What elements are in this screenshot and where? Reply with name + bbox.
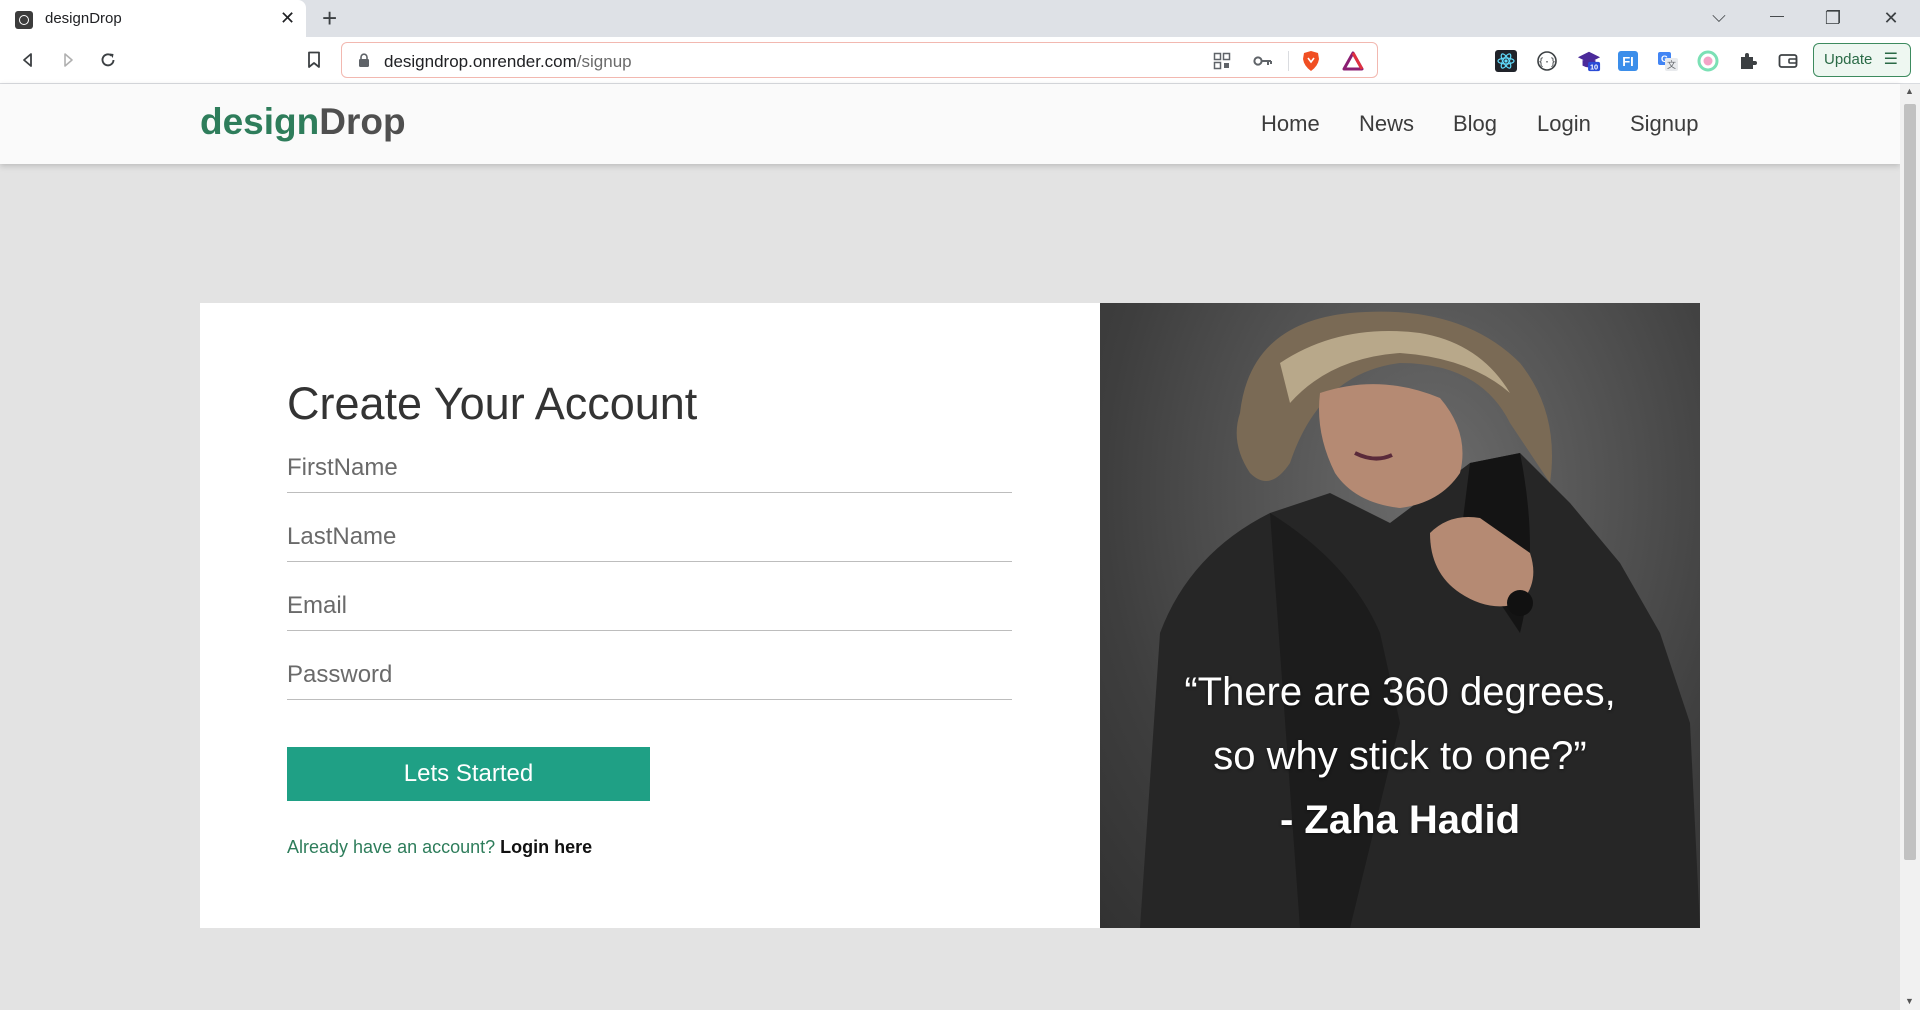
- omnibox-divider: [1288, 51, 1289, 71]
- svg-text:{·}: {·}: [1538, 57, 1556, 68]
- url-path: /signup: [576, 52, 632, 71]
- tab-search-icon[interactable]: ⌵: [1704, 4, 1734, 28]
- forward-button[interactable]: [54, 46, 82, 74]
- first-name-input[interactable]: [287, 443, 1012, 493]
- nav-login[interactable]: Login: [1537, 111, 1591, 137]
- logo-part-drop: Drop: [319, 101, 406, 142]
- json-viewer-icon[interactable]: {·}: [1535, 49, 1559, 73]
- login-question: Already have an account?: [287, 837, 496, 857]
- site-logo[interactable]: designDrop: [200, 101, 406, 143]
- svg-text:10: 10: [1590, 62, 1598, 71]
- bookmark-icon: [308, 51, 320, 68]
- education-extension-icon[interactable]: 10: [1577, 49, 1601, 73]
- window-close-button[interactable]: ✕: [1876, 6, 1906, 30]
- back-arrow-icon: [23, 53, 32, 67]
- lock-icon: [359, 53, 369, 67]
- login-prompt: Already have an account? Login here: [287, 837, 592, 858]
- browser-toolbar: designdrop.onrender.com/signup {·} 10 FI…: [0, 37, 1920, 84]
- qr-code-icon[interactable]: [1211, 50, 1233, 72]
- wallet-icon[interactable]: [1776, 49, 1800, 73]
- scroll-down-arrow-icon[interactable]: ▼: [1905, 996, 1914, 1006]
- hero-quote: “There are 360 degrees, so why stick to …: [1100, 660, 1700, 852]
- tab-close-icon[interactable]: ✕: [280, 8, 295, 28]
- reload-icon: [101, 53, 115, 67]
- reload-button[interactable]: [94, 46, 122, 74]
- password-input[interactable]: [287, 650, 1012, 700]
- update-button[interactable]: Update ☰: [1813, 43, 1911, 77]
- brave-shield-icon[interactable]: [1300, 50, 1322, 72]
- page-viewport: designDrop Home News Blog Login Signup C…: [0, 84, 1900, 1010]
- site-header: designDrop Home News Blog Login Signup: [0, 84, 1900, 164]
- scrollbar-thumb[interactable]: [1904, 104, 1916, 860]
- minimize-button[interactable]: —: [1762, 3, 1792, 27]
- svg-text:文: 文: [1667, 59, 1676, 70]
- back-button[interactable]: [14, 46, 42, 74]
- last-name-input[interactable]: [287, 512, 1012, 562]
- svg-text:FI: FI: [1622, 54, 1634, 69]
- site-favicon-icon: [15, 11, 33, 29]
- login-here-link[interactable]: Login here: [500, 837, 592, 857]
- browser-tab[interactable]: designDrop ✕: [0, 0, 306, 37]
- page-scrollbar[interactable]: ▲ ▼: [1900, 84, 1920, 1010]
- scroll-up-arrow-icon[interactable]: ▲: [1905, 86, 1914, 96]
- update-label: Update: [1824, 51, 1873, 68]
- nav-signup[interactable]: Signup: [1630, 111, 1699, 137]
- brave-rewards-icon[interactable]: [1342, 50, 1364, 72]
- nav-home[interactable]: Home: [1261, 111, 1320, 137]
- signup-card: Create Your Account Lets Started Already…: [200, 303, 1700, 928]
- fi-extension-icon[interactable]: FI: [1616, 49, 1640, 73]
- browser-menu-icon[interactable]: ☰: [1884, 44, 1898, 75]
- quote-line-1: “There are 360 degrees,: [1184, 670, 1616, 714]
- nav-blog[interactable]: Blog: [1453, 111, 1497, 137]
- react-devtools-icon[interactable]: [1494, 49, 1518, 73]
- address-bar[interactable]: designdrop.onrender.com/signup: [341, 42, 1378, 78]
- nav-news[interactable]: News: [1359, 111, 1414, 137]
- signup-submit-button[interactable]: Lets Started: [287, 747, 650, 801]
- hero-photo-panel: “There are 360 degrees, so why stick to …: [1100, 303, 1700, 928]
- forward-arrow-icon: [64, 53, 73, 67]
- quote-author: - Zaha Hadid: [1279, 798, 1521, 842]
- color-picker-extension-icon[interactable]: [1696, 49, 1720, 73]
- url-host: designdrop.onrender.com: [384, 52, 577, 71]
- bookmark-button[interactable]: [300, 46, 328, 74]
- signup-form-panel: Create Your Account Lets Started Already…: [200, 303, 1100, 928]
- logo-part-design: design: [200, 101, 320, 142]
- restore-button[interactable]: ❐: [1818, 6, 1848, 30]
- tab-title: designDrop: [45, 10, 122, 27]
- google-translate-icon[interactable]: G文: [1656, 49, 1680, 73]
- email-input[interactable]: [287, 581, 1012, 631]
- new-tab-button[interactable]: +: [322, 4, 337, 32]
- password-key-icon[interactable]: [1252, 50, 1274, 72]
- tab-strip: designDrop ✕ + ⌵ — ❐ ✕: [0, 0, 1920, 37]
- url-text: designdrop.onrender.com/signup: [384, 52, 632, 72]
- extensions-puzzle-icon[interactable]: [1736, 49, 1760, 73]
- quote-line-2: so why stick to one?”: [1213, 734, 1587, 778]
- form-title: Create Your Account: [287, 378, 698, 429]
